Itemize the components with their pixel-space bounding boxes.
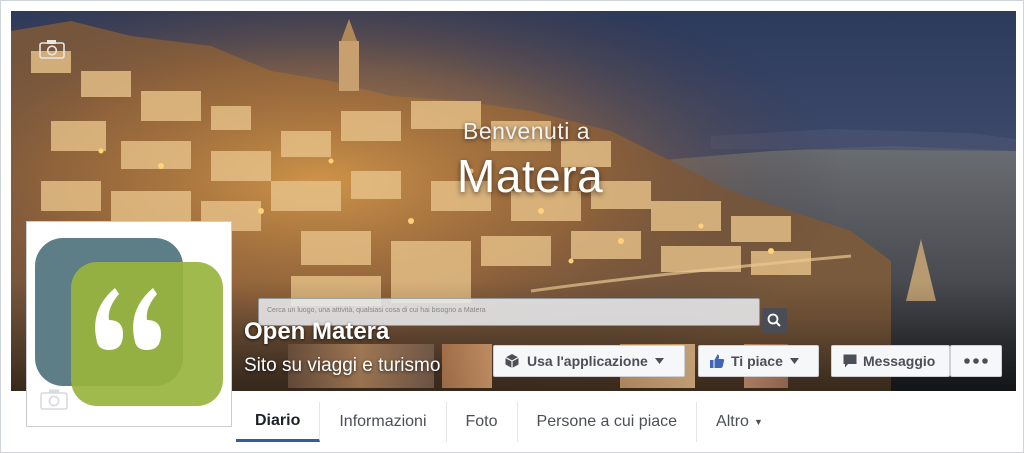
camera-icon[interactable] xyxy=(40,388,68,410)
like-button[interactable]: Ti piace xyxy=(698,345,819,377)
caret-down-icon: ▼ xyxy=(753,417,763,427)
message-label: Messaggio xyxy=(863,353,936,369)
cover-welcome-text: Benvenuti a xyxy=(463,118,590,144)
use-app-label: Usa l'applicazione xyxy=(527,353,648,369)
speech-bubble-icon xyxy=(843,354,857,368)
more-options-button[interactable] xyxy=(950,345,1002,377)
camera-icon[interactable] xyxy=(39,39,65,59)
tab-diario[interactable]: Diario xyxy=(236,402,321,442)
tab-persone[interactable]: Persone a cui piace xyxy=(518,402,698,442)
tab-informazioni[interactable]: Informazioni xyxy=(320,402,447,442)
tab-label: Diario xyxy=(255,411,301,429)
page-tabs: Diario Informazioni Foto Persone a cui p… xyxy=(236,402,782,444)
caret-down-icon xyxy=(654,358,664,364)
thumbs-up-icon xyxy=(710,354,725,368)
search-button[interactable] xyxy=(762,308,787,333)
page-title: Open Matera xyxy=(244,318,390,345)
tab-foto[interactable]: Foto xyxy=(447,402,518,442)
more-dots-icon xyxy=(964,358,988,364)
use-app-button[interactable]: Usa l'applicazione xyxy=(493,345,685,377)
message-button[interactable]: Messaggio xyxy=(831,345,950,377)
page-category: Sito su viaggi e turismo xyxy=(244,355,441,376)
tab-label: Persone a cui piace xyxy=(536,413,678,430)
like-label: Ti piace xyxy=(731,353,783,369)
tab-altro[interactable]: Altro ▼ xyxy=(697,402,782,442)
cover-city-text: Matera xyxy=(457,150,604,202)
search-placeholder: Cerca un luogo, una attività, qualsiasi … xyxy=(267,307,486,314)
search-icon xyxy=(767,313,781,327)
caret-down-icon xyxy=(789,358,799,364)
tab-label: Foto xyxy=(465,413,498,430)
tab-label: Informazioni xyxy=(339,413,427,430)
thumb-2[interactable] xyxy=(442,344,492,388)
cube-icon xyxy=(505,354,519,368)
tab-label: Altro xyxy=(716,413,749,430)
